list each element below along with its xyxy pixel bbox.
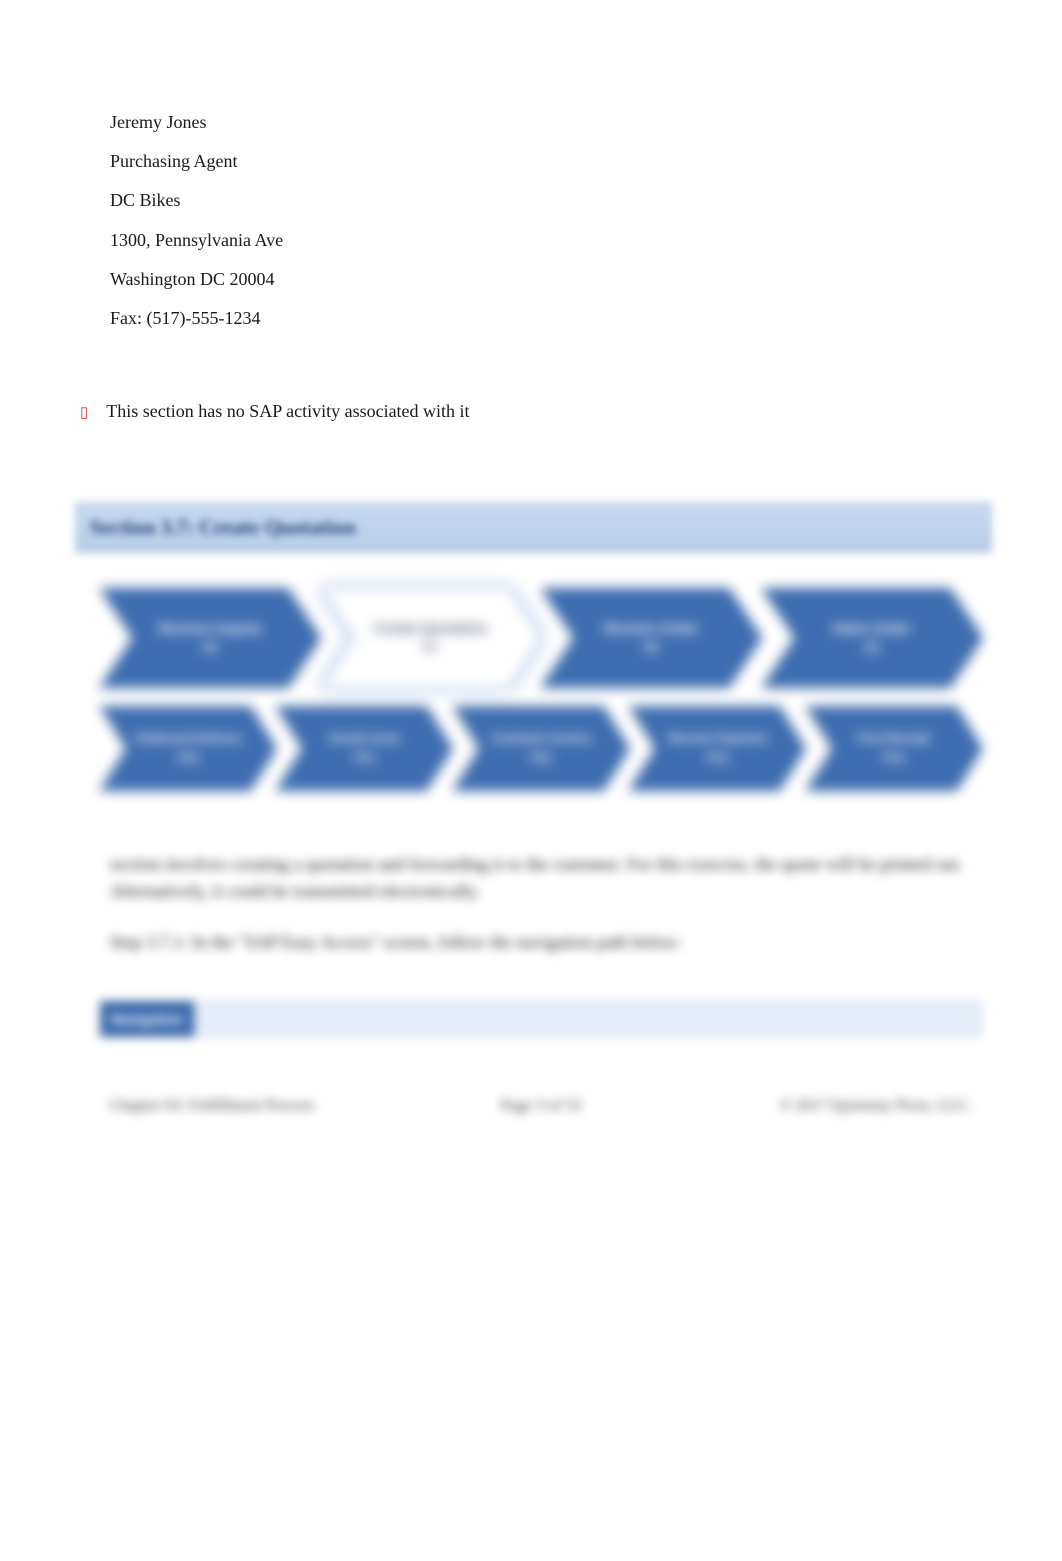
- step-code: P10: [135, 751, 242, 767]
- contact-fax: Fax: (517)-555-1234: [110, 306, 972, 331]
- body-paragraph-1: section involves creating a quotation an…: [110, 851, 972, 905]
- step-code: P13: [668, 751, 767, 767]
- step-title: Receive Payment: [668, 731, 767, 747]
- note-row: ▯ This section has no SAP activity assoc…: [80, 401, 972, 422]
- footer-chapter: Chapter 03: Fulfillment Process: [110, 1097, 444, 1115]
- flow-step-goods-issue: Goods Issue P11: [276, 706, 452, 791]
- step-code: P14: [857, 751, 930, 767]
- step-code: P11: [329, 751, 401, 767]
- navigation-bar: Navigation: [100, 1001, 982, 1037]
- step-title: Post Receipt: [857, 731, 930, 747]
- body-text: section involves creating a quotation an…: [110, 851, 972, 956]
- process-flow: Receive Inquiry P6 Create Quotation P7 R…: [100, 588, 982, 791]
- contact-block: Jeremy Jones Purchasing Agent DC Bikes 1…: [110, 110, 972, 331]
- flow-step-customer-invoice: Customer Invoice P12: [453, 706, 629, 791]
- note-text: This section has no SAP activity associa…: [106, 401, 469, 422]
- navigation-path: [194, 1001, 982, 1037]
- section-header: Section 3.7: Create Quotation: [75, 502, 992, 553]
- step-code: P8: [604, 641, 699, 657]
- flow-step-receive-payment: Receive Payment P13: [629, 706, 805, 791]
- flow-step-post-receipt: Post Receipt P14: [806, 706, 982, 791]
- flow-step-sales-order: Sales Order P9: [762, 588, 983, 688]
- flow-step-outbound-delivery: Outbound Delivery P10: [100, 706, 276, 791]
- step-code: P9: [832, 641, 911, 657]
- footer-copyright: © 2017 Epistemy Press, LLC.: [638, 1097, 972, 1115]
- step-title: Outbound Delivery: [135, 731, 242, 747]
- page-footer: Chapter 03: Fulfillment Process Page 3 o…: [110, 1097, 972, 1115]
- flow-step-receive-order: Receive Order P8: [541, 588, 762, 688]
- contact-company: DC Bikes: [110, 188, 972, 213]
- flow-step-receive-inquiry: Receive Inquiry P6: [100, 588, 321, 688]
- step-code: P12: [491, 751, 592, 767]
- contact-city-zip: Washington DC 20004: [110, 267, 972, 292]
- step-title: Receive Order: [604, 619, 699, 637]
- flow-row-1: Receive Inquiry P6 Create Quotation P7 R…: [100, 588, 982, 688]
- step-title: Goods Issue: [329, 731, 401, 747]
- body-paragraph-2: Step 3.7.1: In the "SAP Easy Access" scr…: [110, 929, 972, 956]
- flow-step-create-quotation: Create Quotation P7: [321, 588, 542, 688]
- contact-title: Purchasing Agent: [110, 149, 972, 174]
- contact-name: Jeremy Jones: [110, 110, 972, 135]
- navigation-label: Navigation: [100, 1001, 194, 1037]
- step-code: P6: [159, 641, 263, 657]
- step-title: Sales Order: [832, 619, 911, 637]
- step-title: Create Quotation: [374, 619, 488, 637]
- footer-page: Page 3 of 53: [444, 1097, 639, 1115]
- section-header-text: Section 3.7: Create Quotation: [90, 515, 356, 539]
- step-title: Customer Invoice: [491, 731, 592, 747]
- step-code: P7: [374, 641, 488, 657]
- note-icon: ▯: [80, 403, 88, 421]
- flow-row-2: Outbound Delivery P10 Goods Issue P11 Cu…: [100, 706, 982, 791]
- step-title: Receive Inquiry: [159, 619, 263, 637]
- contact-street: 1300, Pennsylvania Ave: [110, 228, 972, 253]
